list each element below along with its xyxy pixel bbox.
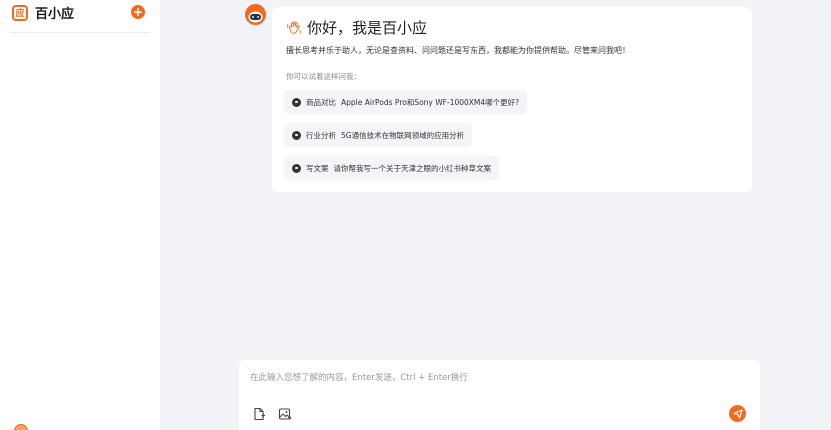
send-button[interactable] — [729, 405, 746, 422]
suggestion-category: 行业分析 — [306, 130, 336, 140]
chat-input[interactable] — [250, 369, 740, 387]
suggestion-industry-analysis[interactable]: 行业分析 5G通信技术在物联网领域的应用分析 — [284, 123, 473, 147]
welcome-message-card: 你好，我是百小应 擅长思考并乐于助人，无论是查资料、问问题还是写东西，我都能为你… — [272, 7, 752, 192]
chat-bubble-icon — [292, 130, 301, 140]
suggestion-category: 写文案 — [306, 163, 329, 173]
brand-name: 百小应 — [35, 7, 75, 22]
sidebar: 应 百小应 + — [0, 0, 160, 430]
brand-logo-icon: 应 — [12, 4, 28, 21]
suggestion-text: 5G通信技术在物联网领域的应用分析 — [341, 130, 465, 140]
intro-text: 擅长思考并乐于助人，无论是查资料、问问题还是写东西，我都能为你提供帮助。尽管来问… — [286, 46, 630, 55]
image-upload-button[interactable] — [278, 406, 292, 420]
plus-icon: + — [132, 5, 144, 19]
chat-input-panel — [239, 360, 760, 430]
suggestion-product-compare[interactable]: 商品对比 Apple AirPods Pro和Sony WF-1000XM4哪个… — [284, 90, 528, 114]
suggestion-copywriting[interactable]: 写文案 请你帮我写一个关于天津之眼的小红书种草文案 — [284, 156, 499, 180]
greeting: 你好，我是百小应 — [286, 17, 427, 38]
file-upload-icon — [254, 407, 265, 421]
app-window: 应 百小应 + 你好，我是百小应 擅长思考并乐于助人，无论是查资料、问问题还是写… — [0, 0, 831, 430]
image-upload-icon — [278, 408, 292, 420]
chat-bubble-icon — [292, 163, 301, 173]
greeting-title: 你好，我是百小应 — [307, 19, 428, 37]
wave-hand-icon — [287, 20, 302, 34]
new-chat-button[interactable]: + — [131, 5, 145, 19]
chat-bubble-icon — [292, 97, 301, 107]
suggestion-text: Apple AirPods Pro和Sony WF-1000XM4哪个更好? — [341, 97, 520, 107]
bot-avatar-icon — [245, 4, 266, 25]
sidebar-divider — [10, 32, 150, 33]
send-icon — [732, 408, 743, 419]
suggestion-category: 商品对比 — [306, 97, 336, 107]
user-avatar[interactable] — [14, 424, 28, 430]
brand: 应 百小应 — [12, 3, 74, 22]
file-upload-button[interactable] — [252, 406, 266, 421]
suggestion-text: 请你帮我写一个关于天津之眼的小红书种草文案 — [333, 163, 492, 173]
bot-avatar — [245, 4, 266, 25]
suggestions-label: 你可以试着这样问我： — [286, 72, 361, 81]
